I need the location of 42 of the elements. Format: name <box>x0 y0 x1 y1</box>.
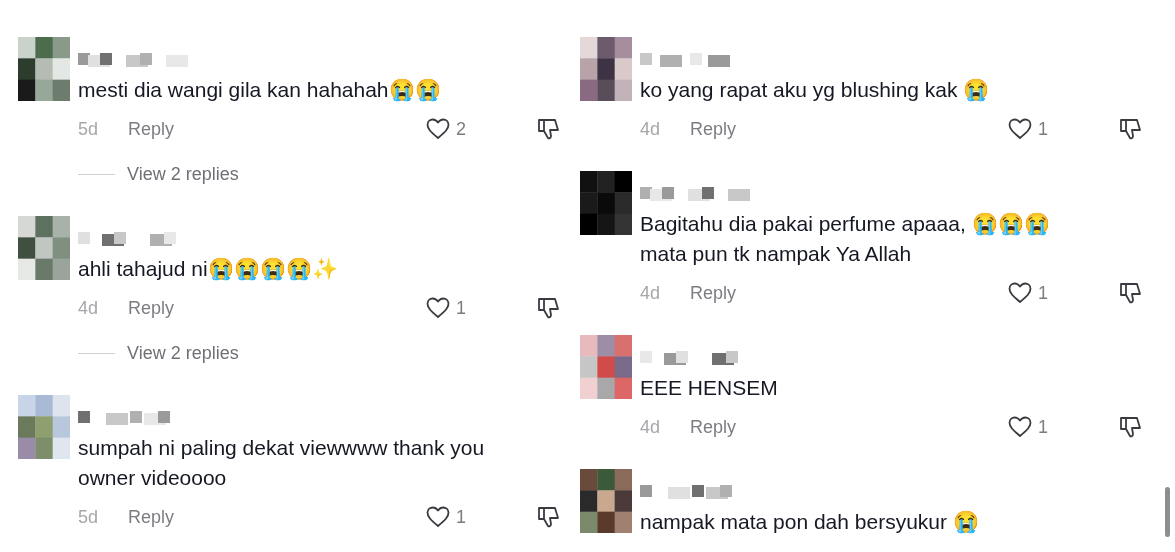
like-count: 1 <box>1038 415 1049 439</box>
dislike-icon[interactable] <box>1118 416 1142 438</box>
dislike-icon[interactable] <box>536 118 560 140</box>
comment-age: 4d <box>78 296 100 320</box>
reply-link[interactable]: Reply <box>128 503 175 531</box>
comment-text: mesti dia wangi gila kan hahahah😭😭 <box>78 77 442 104</box>
like-count: 1 <box>456 505 467 529</box>
heart-icon[interactable] <box>1008 416 1032 438</box>
like-count: 1 <box>456 296 467 320</box>
view-replies-link[interactable]: View 2 replies <box>127 160 239 188</box>
comment-text: sumpah ni paling dekat viewwww thank you <box>78 435 486 461</box>
comment-age: 4d <box>640 281 662 305</box>
dislike-icon[interactable] <box>1118 118 1142 140</box>
reply-link[interactable]: Reply <box>690 115 737 143</box>
heart-icon[interactable] <box>426 297 450 319</box>
comment-text: nampak mata pon dah bersyukur 😭 <box>640 509 980 536</box>
scrollbar-thumb[interactable] <box>1165 487 1170 537</box>
heart-icon[interactable] <box>426 118 450 140</box>
view-replies-link[interactable]: View 2 replies <box>127 339 239 367</box>
comment-text: EEE HENSEM <box>640 375 779 401</box>
comment-text: ko yang rapat aku yg blushing kak 😭 <box>640 77 991 104</box>
comment-age: 4d <box>640 415 662 439</box>
dislike-icon[interactable] <box>536 297 560 319</box>
reply-link[interactable]: Reply <box>128 115 175 143</box>
comment-age: 4d <box>640 117 662 141</box>
comment-text: mata pun tk nampak Ya Allah <box>640 241 913 267</box>
reply-link[interactable]: Reply <box>128 294 175 322</box>
reply-link[interactable]: Reply <box>690 413 737 441</box>
like-count: 1 <box>1038 281 1049 305</box>
like-count: 1 <box>1038 117 1049 141</box>
like-count: 2 <box>456 117 467 141</box>
comment-text: owner videoooo <box>78 465 228 491</box>
comment-age: 5d <box>78 505 100 529</box>
comment-text: ahli tahajud ni😭😭😭😭✨ <box>78 256 339 283</box>
heart-icon[interactable] <box>1008 118 1032 140</box>
comment-text: Bagitahu dia pakai perfume apaaa, 😭😭😭 <box>640 211 1051 238</box>
heart-icon[interactable] <box>1008 282 1032 304</box>
dislike-icon[interactable] <box>1118 282 1142 304</box>
comment-age: 5d <box>78 117 100 141</box>
dislike-icon[interactable] <box>536 506 560 528</box>
heart-icon[interactable] <box>426 506 450 528</box>
reply-link[interactable]: Reply <box>690 279 737 307</box>
